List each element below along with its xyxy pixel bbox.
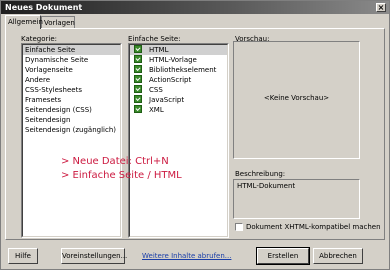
new-document-dialog: Neues Dokument × Allgemein Vorlagen Kate… [0,0,390,270]
kategorie-item-label: Seitendesign (CSS) [25,106,92,114]
einfache-seite-list-inner: HTML HTML-Vorlage Bibliothekselement Action… [129,44,228,237]
help-button[interactable]: Hilfe [8,248,38,264]
document-check-icon [134,85,142,93]
document-check-icon [134,105,142,113]
kategorie-item[interactable]: Framesets [23,95,120,105]
preview-placeholder: <Keine Vorschau> [263,94,330,102]
kategorie-item[interactable]: Vorlagenseite [23,65,120,75]
kategorie-list[interactable]: Einfache Seite Dynamische Seite Vorlagense… [21,43,122,238]
document-check-icon [134,55,142,63]
document-check-icon [134,45,142,53]
close-icon[interactable]: × [376,3,386,12]
kategorie-item-label: Seitendesign [25,116,71,124]
kategorie-item-label: Einfache Seite [25,46,76,54]
einfache-seite-item-label: HTML-Vorlage [149,56,197,64]
tab-vorlagen[interactable]: Vorlagen [41,16,75,28]
description-box: HTML-Dokument [233,179,360,219]
tab-allgemein-label: Allgemein [8,18,43,26]
overlay-hint-line-1: > Neue Datei: Ctrl+N [61,156,169,167]
kategorie-item-label: Vorlagenseite [25,66,73,74]
kategorie-item[interactable]: Einfache Seite [23,45,120,55]
einfache-seite-list[interactable]: HTML HTML-Vorlage Bibliothekselement Action… [128,43,229,238]
einfache-seite-item-label: JavaScript [149,96,185,104]
einfache-seite-item[interactable]: CSS [130,85,227,95]
kategorie-list-inner: Einfache Seite Dynamische Seite Vorlagense… [22,44,121,237]
cancel-button[interactable]: Abbrechen [313,248,363,264]
einfache-seite-item[interactable]: Bibliothekselement [130,65,227,75]
einfache-seite-item[interactable]: ActionScript [130,75,227,85]
document-check-icon [134,95,142,103]
kategorie-item-label: Dynamische Seite [25,56,89,64]
preview-pane: <Keine Vorschau> [233,41,360,159]
beschreibung-label: Beschreibung: [235,170,286,178]
more-content-link[interactable]: Weitere Inhalte abrufen... [142,252,231,260]
einfache-seite-item-label: Bibliothekselement [149,66,217,74]
xhtml-checkbox-label[interactable]: Dokument XHTML-kompatibel machen [246,223,381,232]
kategorie-item[interactable]: Seitendesign (zugänglich) [23,125,120,135]
document-check-icon [134,75,142,83]
tab-vorlagen-label: Vorlagen [44,19,75,27]
preferences-button[interactable]: Voreinstellungen... [61,248,127,264]
kategorie-item[interactable]: Andere [23,75,120,85]
description-text: HTML-Dokument [237,182,296,190]
document-check-icon [134,65,142,73]
tab-allgemein[interactable]: Allgemein [5,15,43,29]
einfache-seite-item[interactable]: JavaScript [130,95,227,105]
overlay-hint-line-2: > Einfache Seite / HTML [61,170,182,181]
kategorie-item-label: Framesets [25,96,62,104]
kategorie-item[interactable]: Seitendesign (CSS) [23,105,120,115]
einfache-seite-item[interactable]: HTML [130,45,227,55]
einfache-seite-item-label: HTML [149,46,169,54]
kategorie-item-label: Andere [25,76,51,84]
einfache-seite-item[interactable]: XML [130,105,227,115]
einfache-seite-item-label: XML [149,106,164,114]
kategorie-item[interactable]: Dynamische Seite [23,55,120,65]
kategorie-item-label: CSS-Stylesheets [25,86,82,94]
kategorie-item-label: Seitendesign (zugänglich) [25,126,116,134]
einfache-seite-item-label: ActionScript [149,76,192,84]
window-title: Neues Dokument [5,3,83,12]
kategorie-item[interactable]: Seitendesign [23,115,120,125]
xhtml-checkbox[interactable] [235,223,243,231]
create-button[interactable]: Erstellen [256,247,310,265]
kategorie-item[interactable]: CSS-Stylesheets [23,85,120,95]
title-bar: Neues Dokument × [1,1,389,14]
einfache-seite-item[interactable]: HTML-Vorlage [130,55,227,65]
einfache-seite-item-label: CSS [149,86,163,94]
